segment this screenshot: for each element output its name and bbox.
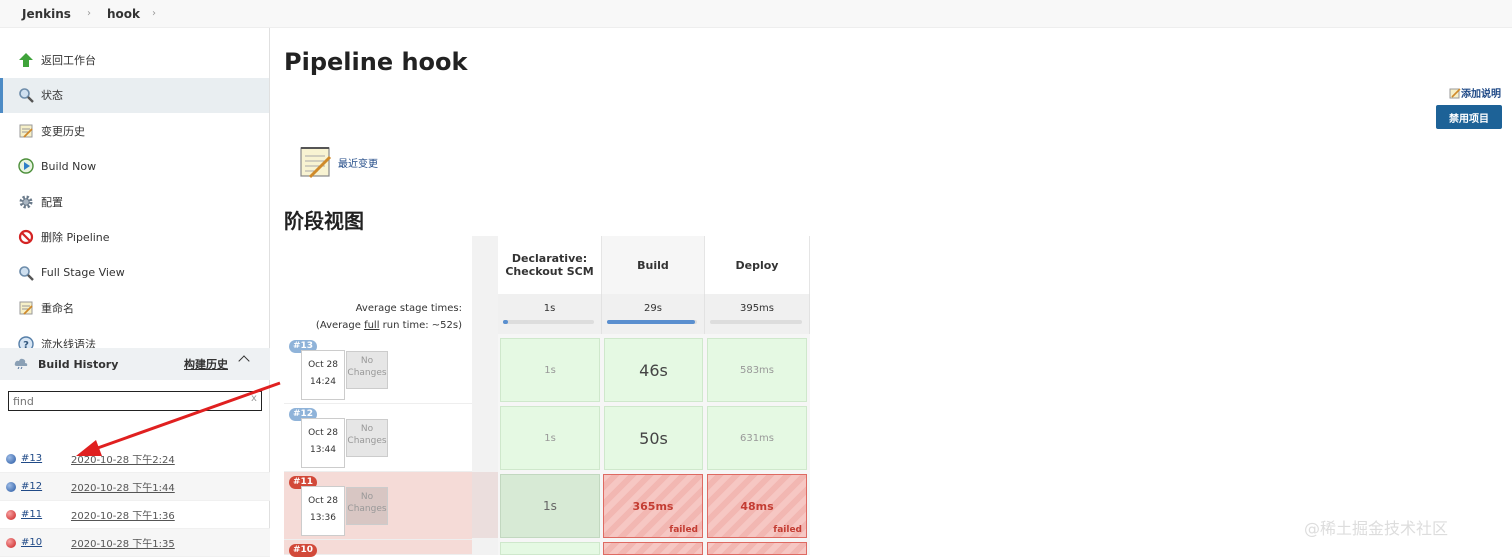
watermark: @稀土掘金技术社区 — [1304, 519, 1449, 538]
annotation-arrow — [76, 381, 281, 456]
